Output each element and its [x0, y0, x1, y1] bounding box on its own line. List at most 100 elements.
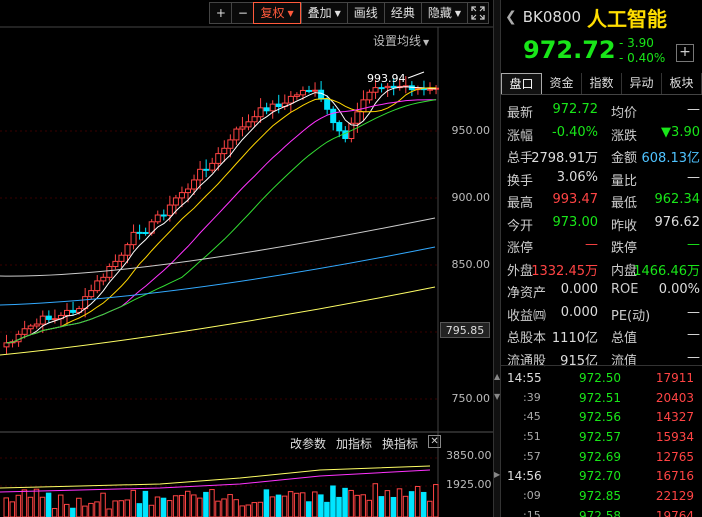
volume-bar: [287, 491, 294, 517]
candle-body: [64, 309, 70, 316]
volume-bar: [312, 491, 318, 517]
candle-body: [233, 128, 240, 141]
last-price: 972.72: [523, 36, 616, 64]
close-icon[interactable]: ✕: [428, 435, 442, 448]
price-summary: 972.72 - 3.90 - 0.40% +: [501, 34, 702, 70]
quote-tabs: 盘口 资金 指数 异动 板块: [501, 73, 702, 95]
tick-time: :39: [523, 390, 541, 404]
overlay-dropdown-button[interactable]: 叠加 ▼: [300, 2, 347, 24]
tick-price: 972.57: [579, 430, 621, 445]
stat-label: 总股本: [507, 331, 547, 346]
kline-chart-panel[interactable]: + − 复权 ▼ 叠加 ▼ 画线 经典 隐藏 ▼ 设置均线 ▼ 950.00 900.0…: [0, 0, 493, 517]
tick-list[interactable]: 14:55 972.50 17911:39 972.51 20403:45 972.56 1…: [501, 369, 702, 517]
tab-movement[interactable]: 异动: [622, 73, 662, 94]
quote-stats: 最新 972.72 均价 — 涨幅 -0.40% 涨跌 ▼3.90 总手 2798.91万 金额 60…: [501, 99, 702, 369]
volume-bar: [233, 499, 239, 517]
ma-line-5: [6, 86, 437, 344]
stat-label: 收益㈣: [507, 308, 547, 324]
scroll-up-icon[interactable]: ▲: [494, 372, 500, 381]
quote-stat-row: 涨停 — 跌停 —: [501, 234, 702, 257]
zoom-out-button[interactable]: −: [231, 2, 254, 24]
candle-body: [100, 276, 107, 282]
zoom-in-button[interactable]: +: [209, 2, 232, 24]
volume-bar: [88, 502, 94, 517]
stat-label: 金额: [611, 151, 638, 166]
candle-body: [215, 153, 222, 164]
ma-setting-dropdown[interactable]: 设置均线 ▼: [373, 32, 429, 49]
hide-dropdown-button[interactable]: 隐藏 ▼: [420, 2, 467, 24]
quote-header: ❮ BK0800 人工智能: [501, 0, 702, 34]
tab-orderbook[interactable]: 盘口: [501, 73, 542, 94]
expand-icon[interactable]: [467, 2, 489, 24]
stat-value: 973.00: [552, 214, 599, 230]
volume-bar: [15, 494, 22, 517]
stat-label: 换手: [507, 173, 534, 189]
volume-bar: [178, 494, 185, 517]
candle-body: [130, 231, 137, 246]
collapse-icon[interactable]: ▶: [494, 470, 500, 479]
ma-line-10: [6, 87, 437, 344]
volume-bar: [396, 488, 403, 517]
chevron-left-icon[interactable]: ❮: [505, 9, 517, 25]
volume-bar: [360, 494, 366, 517]
change-param-button[interactable]: 改参数: [290, 435, 326, 452]
stat-value: —: [687, 304, 700, 320]
stat-label: 涨停: [507, 241, 534, 256]
volume-bar: [342, 487, 348, 517]
tick-row: 14:55 972.50 17911: [501, 369, 702, 389]
stat-value: 3.06%: [556, 169, 598, 185]
tick-time: :57: [523, 449, 541, 463]
volume-bar: [318, 494, 324, 517]
volume-bar: [433, 484, 439, 517]
panel-splitter[interactable]: ▲ ▼ ▶: [493, 0, 501, 517]
classic-button[interactable]: 经典: [383, 2, 421, 24]
candle-body: [221, 147, 228, 155]
stat-label: 今开: [507, 218, 534, 234]
tick-price: 972.56: [579, 410, 621, 425]
tick-volume: 14327: [655, 410, 694, 425]
stat-value: 0.000: [560, 304, 598, 320]
tab-sector[interactable]: 板块: [662, 73, 702, 94]
volume-bar: [112, 500, 118, 517]
candle-body: [269, 103, 276, 112]
volume-bar: [414, 485, 421, 517]
candle-body: [88, 290, 95, 298]
quote-stat-row: 换手 3.06% 量比 —: [501, 167, 702, 190]
candle-body: [51, 318, 58, 321]
candle-body: [299, 89, 306, 96]
drawline-button[interactable]: 画线: [346, 2, 384, 24]
volume-bar: [390, 496, 397, 517]
tab-funds[interactable]: 资金: [542, 73, 582, 94]
indicator-toolbar: 改参数 加指标 换指标 ✕: [290, 435, 442, 452]
candle-body: [318, 89, 325, 100]
chevron-down-icon: ▼: [334, 8, 341, 18]
candle-body: [293, 94, 300, 97]
chevron-down-icon: ▼: [454, 8, 461, 18]
candle-body: [178, 192, 185, 199]
candle-body: [287, 95, 294, 104]
volume-bar: [275, 494, 282, 517]
scroll-down-icon[interactable]: ▼: [494, 392, 500, 401]
candle-body: [251, 116, 258, 123]
volume-bar: [148, 504, 155, 517]
candle-body: [384, 85, 391, 89]
volume-bar: [257, 501, 264, 517]
stat-value: 0.000: [560, 282, 598, 297]
tick-time: :45: [523, 410, 541, 424]
tick-row: :57 972.69 12765: [501, 448, 702, 468]
volume-bar: [142, 490, 149, 517]
volume-ma-line: [0, 469, 431, 493]
switch-indicator-button[interactable]: 换指标: [382, 435, 418, 452]
change-value: - 3.90: [619, 36, 654, 50]
stat-label: 昨收: [611, 218, 638, 234]
adjust-dropdown-button[interactable]: 复权 ▼: [253, 2, 301, 24]
volume-bar: [70, 507, 76, 517]
volume-bar: [39, 496, 46, 517]
volume-bar: [94, 501, 100, 517]
add-indicator-button[interactable]: 加指标: [336, 435, 372, 452]
stat-label: 均价: [611, 106, 638, 121]
tab-index[interactable]: 指数: [582, 73, 622, 94]
quote-stat-row: 收益㈣ 0.000 PE(动) —: [501, 302, 702, 325]
volume-axis-label: 3850.00: [446, 449, 492, 462]
add-watchlist-button[interactable]: +: [676, 44, 694, 62]
